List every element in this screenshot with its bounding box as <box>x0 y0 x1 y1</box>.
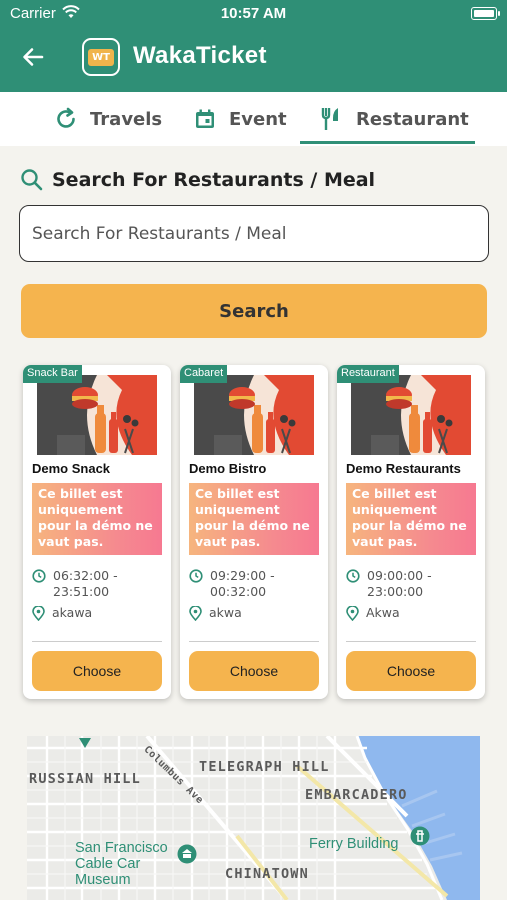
fork-knife-icon <box>321 108 338 130</box>
app-header: Carrier 10:57 AM WT WakaTicket <box>0 0 507 92</box>
choose-button[interactable]: Choose <box>346 651 476 691</box>
tab-restaurant[interactable]: Restaurant <box>320 92 469 146</box>
clock-icon <box>32 569 46 583</box>
map-poi-cable-car-museum[interactable]: San Francisco Cable Car Museum <box>75 840 175 888</box>
tab-event[interactable]: Event <box>193 92 287 146</box>
location-pin-icon <box>189 606 202 621</box>
promo-banner: Ce billet est uniquement pour la démo ne… <box>32 483 162 555</box>
restaurant-illustration <box>37 375 157 455</box>
location-text: akawa <box>52 605 93 620</box>
map-label-embarcadero: EMBARCADERO <box>305 787 408 803</box>
map-label-chinatown: CHINATOWN <box>225 866 309 882</box>
hours-text: 06:32:00 - 23:51:00 <box>53 568 118 599</box>
location-text: akwa <box>209 605 242 620</box>
search-heading: Search For Restaurants / Meal <box>20 168 375 191</box>
choose-button[interactable]: Choose <box>32 651 162 691</box>
location-pin-icon <box>32 606 45 621</box>
calendar-icon <box>196 109 214 128</box>
divider <box>32 641 162 642</box>
app-logo: WT <box>82 38 120 76</box>
restaurant-name: Demo Bistro <box>189 461 267 476</box>
location: akawa <box>32 605 92 621</box>
app-logo-text: WT <box>88 48 114 66</box>
promo-banner: Ce billet est uniquement pour la démo ne… <box>189 483 319 555</box>
tab-event-label: Event <box>229 108 287 130</box>
location-text: Akwa <box>366 605 400 620</box>
app-title: WakaTicket <box>133 42 267 69</box>
restaurant-card[interactable]: Cabaret Demo Bistro Ce billet est unique… <box>180 365 328 699</box>
category-tag: Restaurant <box>337 365 399 383</box>
battery-icon <box>471 7 500 20</box>
hours-text: 09:00:00 - 23:00:00 <box>367 568 432 599</box>
museum-icon <box>177 844 197 864</box>
active-tab-indicator <box>300 141 475 144</box>
divider <box>189 641 319 642</box>
map-poi-ferry-building[interactable]: Ferry Building <box>309 836 398 852</box>
refresh-icon <box>57 107 75 128</box>
hours-text: 09:29:00 - 00:32:00 <box>210 568 275 599</box>
location: akwa <box>189 605 242 621</box>
category-tag: Cabaret <box>180 365 228 383</box>
restaurant-name: Demo Restaurants <box>346 461 461 476</box>
tab-restaurant-label: Restaurant <box>356 108 469 130</box>
restaurant-illustration <box>194 375 314 455</box>
search-button[interactable]: Search <box>21 284 487 338</box>
opening-hours: 09:00:00 - 23:00:00 <box>346 568 485 600</box>
location-pin-icon <box>346 606 359 621</box>
back-arrow-icon[interactable] <box>20 44 46 70</box>
restaurant-card[interactable]: Snack Bar Demo Snack Ce billet est uniqu… <box>23 365 171 699</box>
category-tabs: Travels Event Restaurant <box>0 92 507 146</box>
opening-hours: 06:32:00 - 23:51:00 <box>32 568 171 600</box>
category-tag: Snack Bar <box>23 365 82 383</box>
choose-button[interactable]: Choose <box>189 651 319 691</box>
search-heading-label: Search For Restaurants / Meal <box>52 168 376 191</box>
status-time: 10:57 AM <box>220 5 287 22</box>
clock-icon <box>346 569 360 583</box>
tab-travels[interactable]: Travels <box>54 92 162 146</box>
search-icon <box>21 169 43 191</box>
clock-icon <box>189 569 203 583</box>
tab-travels-label: Travels <box>90 108 163 130</box>
opening-hours: 09:29:00 - 00:32:00 <box>189 568 328 600</box>
location: Akwa <box>346 605 400 621</box>
restaurant-card[interactable]: Restaurant Demo Restaurants Ce billet es… <box>337 365 485 699</box>
restaurant-illustration <box>351 375 471 455</box>
status-bar: Carrier 10:57 AM <box>0 0 507 28</box>
landmark-icon <box>410 826 430 846</box>
map-label-telegraph-hill: TELEGRAPH HILL <box>199 759 330 775</box>
divider <box>346 641 476 642</box>
search-input[interactable] <box>19 205 489 262</box>
restaurant-name: Demo Snack <box>32 461 111 476</box>
promo-banner: Ce billet est uniquement pour la démo ne… <box>346 483 476 555</box>
map-label-russian-hill: RUSSIAN HILL <box>29 771 141 787</box>
map-view[interactable]: Columbus Ave RUSSIAN HILL TELEGRAPH HILL… <box>27 736 480 900</box>
